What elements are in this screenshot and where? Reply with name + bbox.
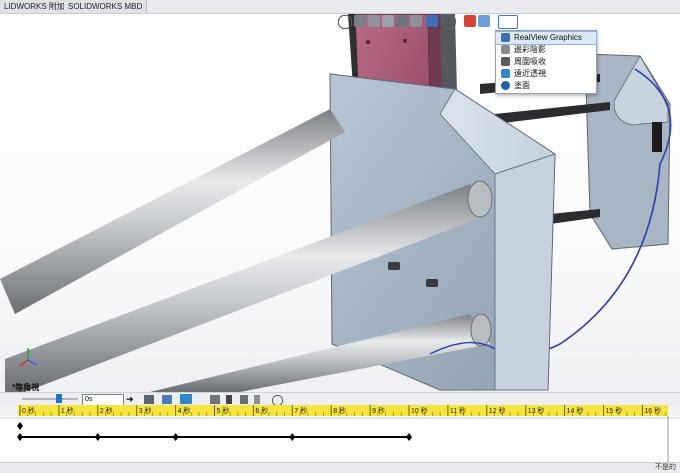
keyframe[interactable] (289, 433, 296, 441)
play-icon[interactable]: ➜ (126, 395, 134, 404)
section-view-icon[interactable] (382, 15, 394, 27)
ruler-label: 4 秒 (178, 406, 191, 415)
previous-view-icon[interactable] (368, 15, 380, 27)
calculate-icon[interactable] (144, 395, 154, 404)
contact-icon[interactable] (240, 395, 248, 404)
ruler-label: 3 秒 (139, 406, 152, 415)
keyframe-tracks (0, 416, 680, 462)
ruler-label: 9 秒 (372, 406, 385, 415)
keyframe[interactable] (172, 433, 179, 441)
menu-item-ambient-occlusion[interactable]: 周圍吸收 (496, 56, 596, 68)
zoom-icon[interactable] (338, 15, 352, 29)
ruler-label: 5 秒 (217, 406, 230, 415)
gravity-icon[interactable] (254, 395, 260, 404)
hide-show-icon[interactable] (442, 15, 456, 29)
timeline-ticks: 0 秒 1 秒 2 秒 3 秒 4 秒 5 秒 6 秒 7 秒 8 秒 9 秒 10 秒 11 秒 12… (19, 405, 667, 416)
tab-solidworks-mbd[interactable]: SOLIDWORKS MBD (64, 0, 148, 13)
ruler-label: 11 秒 (450, 406, 466, 415)
ruler-label: 14 秒 (567, 406, 584, 415)
ruler-label: 8 秒 (333, 406, 346, 415)
ruler-label: 0 秒 (22, 406, 35, 415)
keyframe[interactable] (406, 433, 412, 441)
ruler-label: 6 秒 (255, 406, 268, 415)
time-slider[interactable] (22, 398, 78, 400)
keyframe[interactable] (17, 433, 23, 441)
ruler-label: 1 秒 (61, 406, 74, 415)
dynamic-annotation-icon[interactable] (396, 15, 408, 27)
command-tab-bar: LIDWORKS 附加程式 SOLIDWORKS MBD (0, 0, 680, 14)
ruler-label: 12 秒 (489, 406, 506, 415)
apply-scene-icon[interactable] (478, 15, 490, 27)
ruler-label: 7 秒 (294, 406, 307, 415)
status-bar: 不是的 (0, 462, 680, 473)
ruler-label: 2 秒 (100, 406, 113, 415)
zoom-area-icon[interactable] (354, 15, 366, 27)
view-orientation-label: *等角視 (12, 383, 40, 392)
ambient-occlusion-icon (501, 57, 510, 66)
keyframe[interactable] (17, 422, 23, 430)
perspective-icon (501, 69, 510, 78)
motor-icon[interactable] (210, 395, 220, 404)
menu-item-shadows[interactable]: 邊彩陰影 (496, 44, 596, 56)
menu-item-realview[interactable]: RealView Graphics (495, 31, 597, 45)
timeline-tracks[interactable] (0, 416, 680, 462)
spring-icon[interactable] (226, 395, 232, 404)
ruler-label: 10 秒 (411, 406, 428, 415)
view-orientation-icon[interactable] (410, 15, 422, 27)
display-style-icon[interactable] (426, 15, 438, 27)
menu-item-perspective[interactable]: 遠近透視 (496, 68, 596, 80)
graphics-area[interactable]: *等角視 RealView Graphics 邊彩陰影 周圍吸收 遠近透視 塗面 (0, 14, 680, 392)
ruler-label: 16 秒 (644, 406, 661, 415)
keyframe[interactable] (94, 433, 101, 441)
autokey-icon[interactable] (162, 395, 172, 404)
shadows-icon (501, 45, 510, 54)
add-key-icon[interactable] (180, 394, 192, 404)
ruler-label: 13 秒 (528, 406, 545, 415)
heads-up-toolbar (336, 14, 522, 29)
ruler-label: 15 秒 (606, 406, 623, 415)
view-settings-menu: RealView Graphics 邊彩陰影 周圍吸收 遠近透視 塗面 (495, 30, 597, 94)
edit-appearance-icon[interactable] (464, 15, 476, 27)
time-field-value: 0s (85, 396, 93, 403)
cartoon-icon (501, 81, 510, 90)
menu-item-cartoon[interactable]: 塗面 (496, 80, 596, 92)
view-settings-icon[interactable] (498, 15, 518, 29)
realview-icon (501, 33, 510, 42)
motion-study-toolbar: 0s ➜ (0, 392, 680, 406)
time-slider-thumb[interactable] (56, 394, 62, 403)
